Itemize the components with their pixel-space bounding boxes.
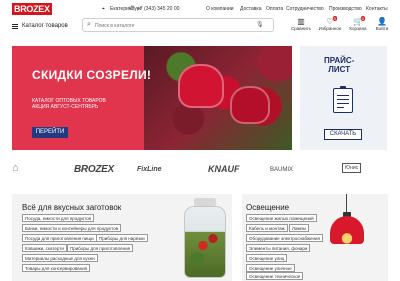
brand-brozex[interactable]: BROZEX	[74, 164, 114, 175]
price-list-banner[interactable]: ПРАЙС- ЛИСТ СКАЧАТЬ	[300, 46, 387, 150]
nav-link-payment[interactable]: Оплата	[266, 6, 283, 12]
category-tag[interactable]: Посуда, емкости для продуктов	[22, 214, 94, 222]
top-bar: BROZEX ⌖ Екатеринбург ✆ +7 (343) 345 20 …	[0, 0, 400, 16]
hero-go-button[interactable]: ПЕРЕЙТИ	[32, 127, 68, 138]
brand-knauf[interactable]: KNAUF	[208, 164, 240, 174]
price-list-title: ПРАЙС- ЛИСТ	[324, 56, 354, 74]
category-tag[interactable]: Оборудование электроснабжения	[246, 234, 323, 242]
category-tag[interactable]: Кабель и монтаж	[246, 224, 288, 232]
cart-badge: 0	[360, 16, 365, 21]
catalog-label: Каталог товаров	[22, 23, 68, 29]
category-tag[interactable]: Банки, емкости и контейнеры для продукто…	[22, 224, 121, 232]
compare-label: Сравнить	[290, 26, 312, 31]
category-tag[interactable]: Освещение улиц	[246, 254, 288, 262]
nav-link-cooperation[interactable]: Сотрудничество	[286, 6, 324, 12]
logo[interactable]: BROZEX	[12, 3, 52, 15]
compare-icon: ▥	[297, 17, 305, 26]
location-pin-icon: ⌖	[102, 6, 105, 12]
nav-link-about[interactable]: О компании	[206, 6, 234, 12]
search-icon: ⌕	[87, 21, 91, 28]
heart-icon: ♡ 0	[326, 16, 337, 26]
category-tag[interactable]: Освещение жилых помещений	[246, 214, 317, 222]
brand-logo-house-icon[interactable]: ⌂	[12, 162, 19, 174]
download-button[interactable]: СКАЧАТЬ	[324, 129, 362, 140]
cart-label: Корзина	[349, 26, 367, 31]
category-tag[interactable]: Освещение уличное	[246, 264, 295, 272]
brands-row: ⌂ BROZEX FixLine KNAUF BAUMIX Юнис	[12, 160, 388, 184]
favorites-label: Избранное	[318, 26, 342, 31]
category-card-preserves[interactable]: Всё для вкусных заготовок Посуда, емкост…	[12, 194, 232, 281]
phone-number[interactable]: +7 (343) 345 20 00	[137, 6, 179, 12]
menu-icon	[12, 23, 18, 29]
category-tag[interactable]: Приборы для приготовления	[67, 244, 134, 252]
price-list-title-line1: ПРАЙС-	[324, 56, 355, 65]
phone-icon: ✆	[129, 6, 135, 12]
nav-link-contacts[interactable]: Контакты	[366, 6, 388, 12]
category-card-lighting[interactable]: Освещение Освещение жилых помещений Кабе…	[242, 194, 388, 281]
hero-banner[interactable]: СКИДКИ СОЗРЕЛИ! КАТАЛОГ ОПТОВЫХ ТОВАРОВ …	[12, 46, 292, 150]
hero-title: СКИДКИ СОЗРЕЛИ!	[32, 68, 152, 82]
lamp-image	[330, 216, 364, 244]
user-icon: 👤	[377, 17, 387, 26]
favorites-badge: 0	[332, 16, 337, 21]
hero-subtitle-line2: АКЦИЯ АВГУСТ-СЕНТЯБРЬ	[32, 104, 99, 110]
category-tag[interactable]: Лампы	[289, 224, 310, 232]
cart-icon: 🛒 0	[353, 16, 365, 26]
brand-baumix[interactable]: BAUMIX	[270, 167, 293, 173]
hero-subtitle: КАТАЛОГ ОПТОВЫХ ТОВАРОВ АКЦИЯ АВГУСТ-СЕН…	[32, 98, 142, 110]
price-list-title-line2: ЛИСТ	[328, 65, 351, 74]
brand-yunis[interactable]: Юнис	[342, 163, 362, 173]
category-tag[interactable]: Элементы питания, фонари	[246, 244, 311, 252]
heart-bowl-image-2	[230, 86, 270, 124]
category-tag[interactable]: Материалы расходные для кухни	[22, 254, 98, 262]
nav-link-production[interactable]: Производство	[329, 6, 362, 12]
category-tag[interactable]: Приборы для нарезки	[96, 234, 148, 242]
login-button[interactable]: 👤 Войти	[369, 17, 395, 31]
favorites-button[interactable]: ♡ 0 Избранное	[317, 16, 343, 31]
brand-fixline[interactable]: FixLine	[137, 166, 162, 173]
search-input[interactable]	[95, 21, 245, 30]
cart-button[interactable]: 🛒 0 Корзина	[345, 16, 371, 31]
category-tag[interactable]: Посуда для приготовления пищи	[22, 234, 97, 242]
microphone-icon[interactable]: 🎙	[256, 21, 264, 28]
category-tag[interactable]: Освещение техническое	[246, 272, 304, 280]
compare-button[interactable]: ▥ Сравнить	[288, 17, 314, 31]
search-bar[interactable]: ⌕ 🎙	[82, 18, 274, 32]
jar-image	[180, 198, 230, 278]
nav-link-delivery[interactable]: Доставка	[240, 6, 261, 12]
login-label: Войти	[375, 26, 389, 31]
category-title: Освещение	[246, 203, 290, 212]
catalog-button[interactable]: Каталог товаров	[12, 21, 68, 31]
category-tag[interactable]: Ковшики, скатерти	[22, 244, 67, 252]
document-icon	[333, 86, 353, 113]
category-title: Всё для вкусных заготовок	[22, 203, 122, 212]
category-tag[interactable]: Товары для консервирования	[22, 264, 91, 272]
heart-bowl-image	[178, 64, 224, 108]
